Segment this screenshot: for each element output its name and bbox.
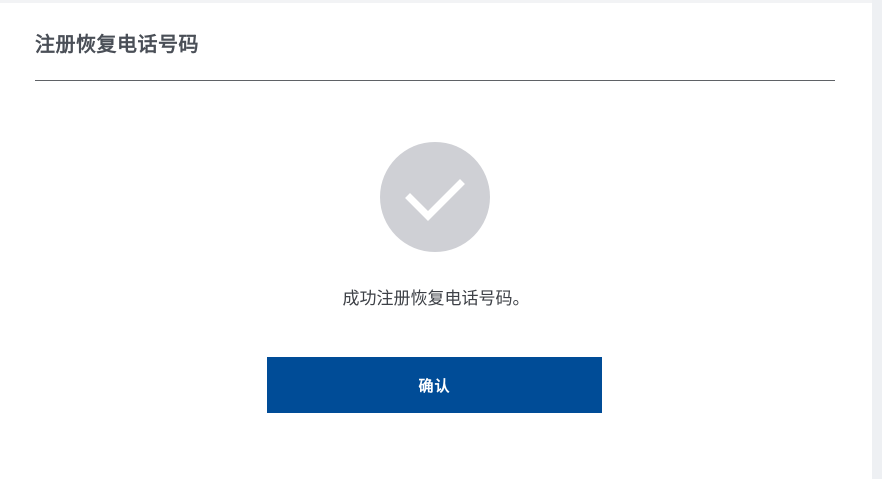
- success-message: 成功注册恢复电话号码。: [342, 289, 530, 309]
- check-icon: [405, 179, 465, 221]
- dialog-card: 注册恢复电话号码 成功注册恢复电话号码。 确认: [0, 0, 872, 479]
- dialog-title: 注册恢复电话号码: [35, 32, 199, 56]
- scrollbar-track[interactable]: [872, 0, 882, 479]
- confirm-button[interactable]: 确认: [267, 357, 602, 413]
- success-badge: [380, 142, 490, 252]
- title-divider: [35, 80, 835, 81]
- top-edge: [0, 0, 872, 3]
